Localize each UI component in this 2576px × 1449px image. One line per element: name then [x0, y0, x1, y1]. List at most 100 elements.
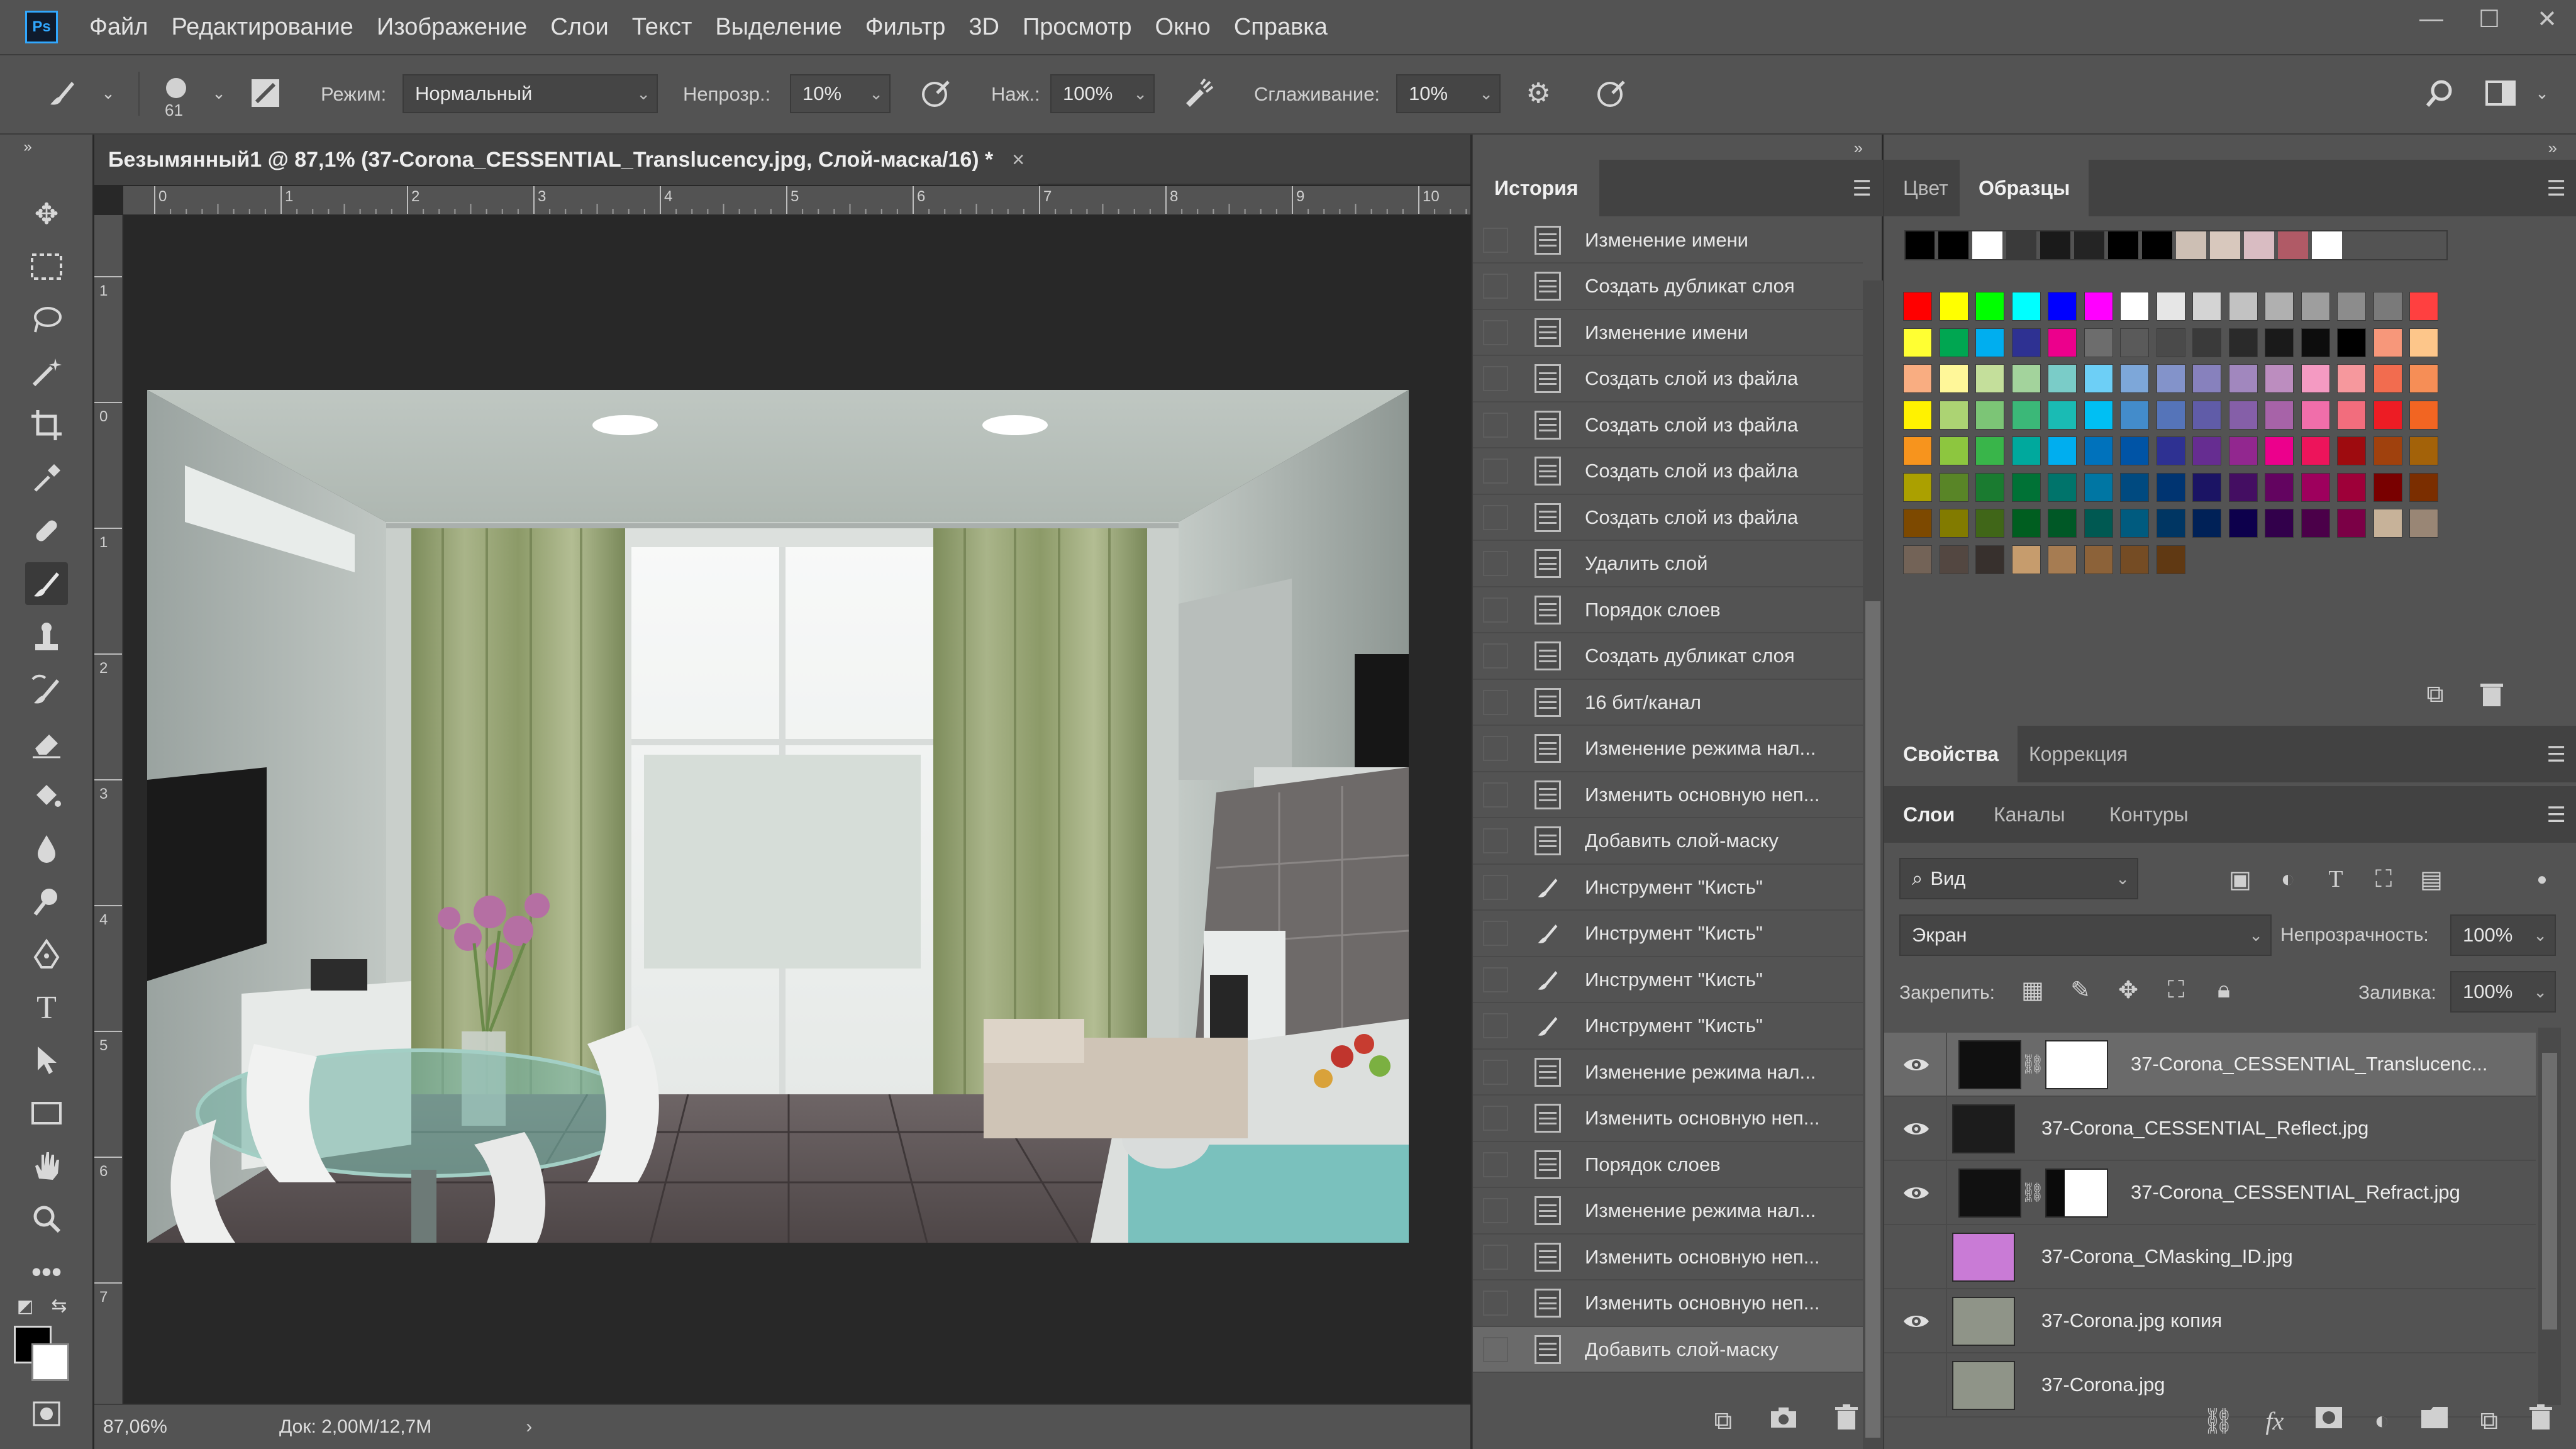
color-swatch[interactable]: [2265, 400, 2294, 430]
history-snapshot-checkbox[interactable]: [1483, 1106, 1508, 1131]
more-tools-icon[interactable]: •••: [25, 1250, 68, 1293]
document-image[interactable]: [147, 390, 1409, 1243]
history-item[interactable]: Изменение режима нал...: [1473, 1189, 1863, 1235]
history-snapshot-checkbox[interactable]: [1483, 412, 1508, 438]
color-swatch[interactable]: [2301, 400, 2330, 430]
panel-menu-icon[interactable]: ☰: [2547, 742, 2566, 767]
color-swatch[interactable]: [1939, 400, 1968, 430]
lock-position-icon[interactable]: ✥: [2112, 974, 2145, 1006]
color-swatch[interactable]: [2156, 328, 2185, 357]
color-swatch[interactable]: [2301, 472, 2330, 502]
lock-transparency-icon[interactable]: ▦: [2016, 974, 2049, 1006]
history-snapshot-checkbox[interactable]: [1483, 643, 1508, 669]
recent-swatch[interactable]: [2074, 230, 2104, 260]
layer-row[interactable]: 37-Corona_CESSENTIAL_Reflect.jpg: [1884, 1097, 2536, 1161]
layers-scrollbar[interactable]: [2538, 1028, 2561, 1405]
layer-visibility-toggle[interactable]: [1884, 1289, 1947, 1353]
color-swatch[interactable]: [2084, 436, 2113, 465]
color-swatch[interactable]: [2265, 509, 2294, 538]
eraser-tool-icon[interactable]: [25, 722, 68, 765]
layer-visibility-toggle[interactable]: [1884, 1033, 1947, 1097]
history-snapshot-checkbox[interactable]: [1483, 736, 1508, 761]
eyedropper-tool-icon[interactable]: [25, 457, 68, 499]
color-swatch[interactable]: [2265, 364, 2294, 393]
hand-tool-icon[interactable]: [25, 1145, 68, 1187]
photoshop-logo[interactable]: Ps: [25, 11, 58, 43]
recent-swatch[interactable]: [1904, 230, 1935, 260]
collapse-toolbar-icon[interactable]: »: [15, 136, 40, 158]
history-snapshot-checkbox[interactable]: [1483, 319, 1508, 345]
new-swatch-icon[interactable]: ⧉: [2419, 678, 2451, 711]
color-swatch[interactable]: [1903, 436, 1932, 465]
smoothing-input[interactable]: 10% ⌄: [1396, 74, 1501, 113]
recent-swatch[interactable]: [2278, 230, 2308, 260]
color-swatch[interactable]: [2228, 472, 2258, 502]
color-swatch[interactable]: [2228, 364, 2258, 393]
history-snapshot-checkbox[interactable]: [1483, 828, 1508, 853]
color-swatch[interactable]: [1903, 509, 1932, 538]
color-swatch[interactable]: [2011, 545, 2041, 574]
history-snapshot-checkbox[interactable]: [1483, 967, 1508, 992]
blur-tool-icon[interactable]: [25, 828, 68, 870]
panel-menu-icon[interactable]: ☰: [2547, 176, 2566, 201]
fill-input[interactable]: 100% ⌄: [2450, 971, 2556, 1013]
color-swatch[interactable]: [2265, 292, 2294, 321]
pressure-size-icon[interactable]: [1591, 73, 1631, 113]
zoom-tool-icon[interactable]: [25, 1197, 68, 1240]
quick-mask-icon[interactable]: [25, 1392, 68, 1435]
color-swatch[interactable]: [1903, 328, 1932, 357]
history-item[interactable]: Инструмент "Кисть": [1473, 911, 1863, 957]
layer-thumbnail[interactable]: [1958, 1040, 2021, 1089]
new-document-from-state-icon[interactable]: ⧉: [1714, 1407, 1732, 1435]
trash-icon[interactable]: [1835, 1404, 1858, 1437]
brush-tool-preset-icon[interactable]: [42, 73, 82, 113]
history-snapshot-checkbox[interactable]: [1483, 458, 1508, 484]
tab-layers[interactable]: Слои: [1892, 786, 1966, 843]
panel-menu-icon[interactable]: ☰: [1853, 176, 1872, 201]
color-swatch[interactable]: [2048, 364, 2077, 393]
color-swatch[interactable]: [1975, 545, 2004, 574]
history-snapshot-checkbox[interactable]: [1483, 1059, 1508, 1085]
history-item[interactable]: Изменение имени: [1473, 310, 1863, 356]
layer-row[interactable]: ⛓ 37-Corona_CESSENTIAL_Translucenc...: [1884, 1033, 2536, 1097]
history-scrollbar[interactable]: [1863, 280, 1883, 1449]
color-swatch[interactable]: [2409, 509, 2438, 538]
menu-layers[interactable]: Слои: [550, 14, 608, 41]
color-swatch[interactable]: [1975, 436, 2004, 465]
history-snapshot-checkbox[interactable]: [1483, 1291, 1508, 1316]
color-swatch[interactable]: [2409, 364, 2438, 393]
recent-swatch[interactable]: [2040, 230, 2070, 260]
gear-icon[interactable]: ⚙: [1518, 73, 1558, 113]
color-swatch[interactable]: [2192, 400, 2221, 430]
menu-image[interactable]: Изображение: [377, 14, 527, 41]
preset-caret-icon[interactable]: ⌄: [88, 73, 128, 113]
layer-thumbnail[interactable]: [1958, 1169, 2021, 1218]
tab-properties[interactable]: Свойства: [1884, 726, 2018, 782]
mask-link-icon[interactable]: ⛓: [2021, 1179, 2045, 1206]
color-swatch[interactable]: [2409, 328, 2438, 357]
color-swatch[interactable]: [2373, 436, 2402, 465]
color-swatch[interactable]: [2011, 436, 2041, 465]
history-snapshot-checkbox[interactable]: [1483, 1152, 1508, 1177]
layer-thumbnail[interactable]: [1952, 1297, 2015, 1346]
collapse-panel-icon[interactable]: »: [2548, 138, 2557, 158]
maximize-button[interactable]: ☐: [2460, 0, 2518, 38]
color-swatch[interactable]: [2048, 328, 2077, 357]
magic-wand-tool-icon[interactable]: [25, 351, 68, 394]
background-color-swatch[interactable]: [31, 1343, 69, 1381]
color-swatch[interactable]: [1975, 472, 2004, 502]
color-swatch[interactable]: [2084, 400, 2113, 430]
color-swatch[interactable]: [2120, 509, 2149, 538]
color-swatch[interactable]: [1975, 364, 2004, 393]
color-swatch[interactable]: [2265, 328, 2294, 357]
new-layer-icon[interactable]: ⧉: [2480, 1407, 2498, 1435]
history-item[interactable]: Инструмент "Кисть": [1473, 957, 1863, 1003]
lock-pixels-icon[interactable]: ✎: [2064, 974, 2097, 1006]
color-swatch[interactable]: [2228, 328, 2258, 357]
healing-brush-tool-icon[interactable]: [25, 509, 68, 552]
path-selection-tool-icon[interactable]: [25, 1039, 68, 1082]
color-swatch[interactable]: [2120, 545, 2149, 574]
history-snapshot-checkbox[interactable]: [1483, 1244, 1508, 1270]
horizontal-ruler[interactable]: 0 1 2 3 4 5 6 7 8 9 10: [123, 186, 1470, 215]
history-snapshot-checkbox[interactable]: [1483, 874, 1508, 900]
